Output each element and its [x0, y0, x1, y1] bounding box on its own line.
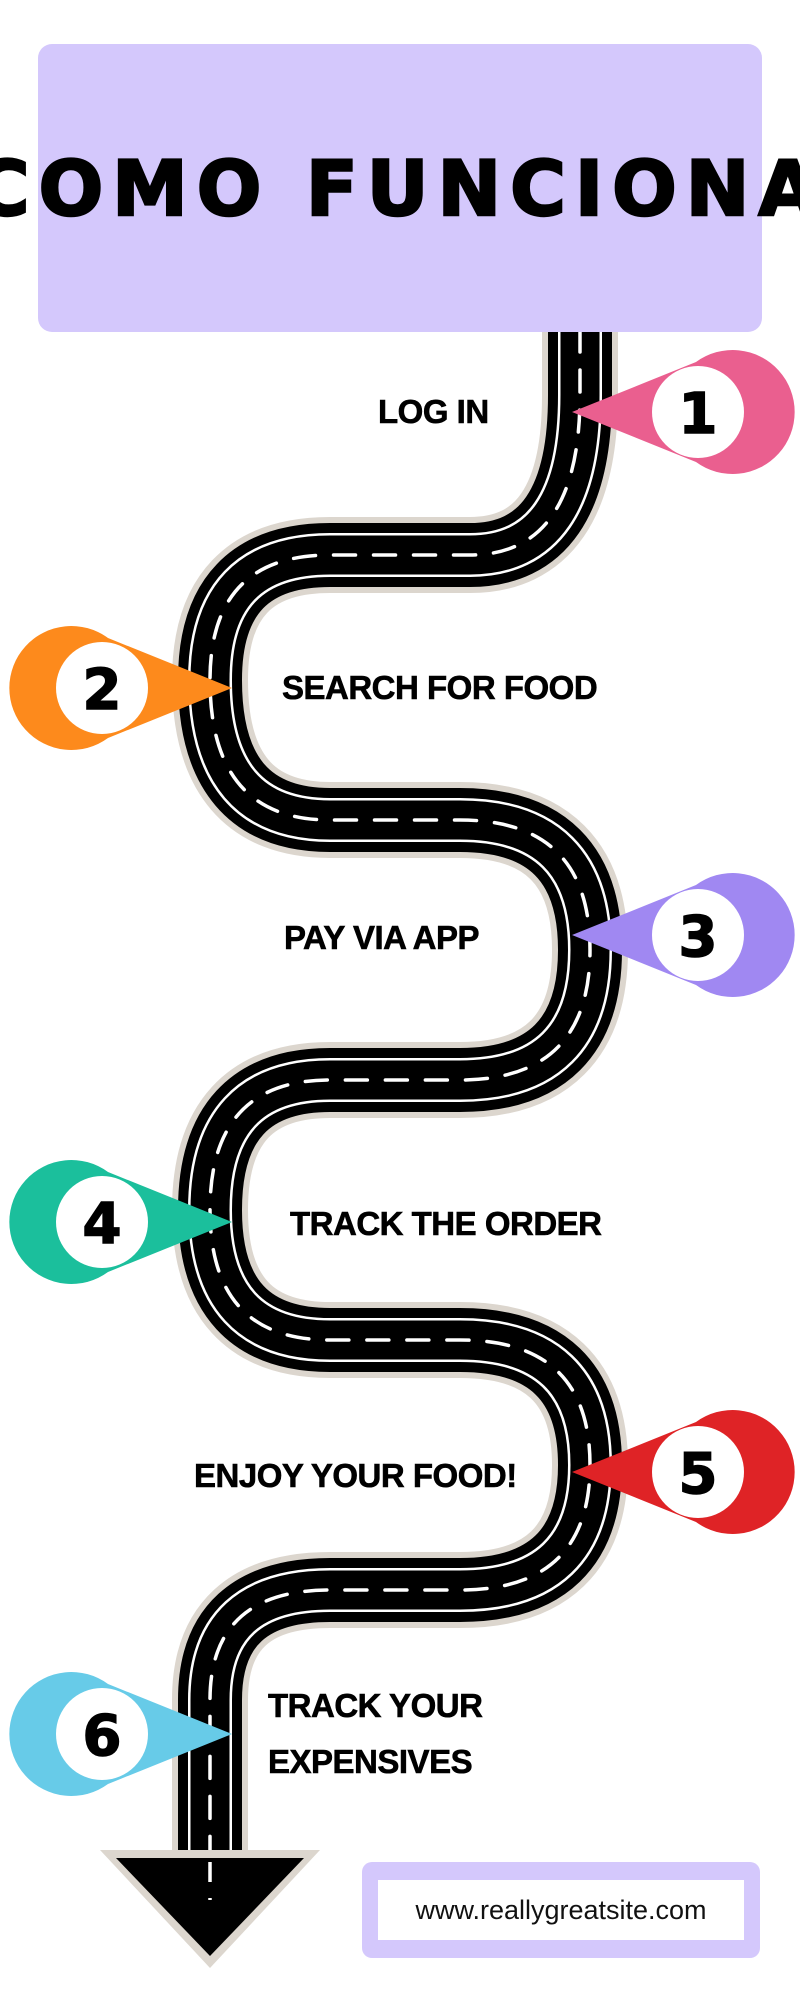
- step-number-4: 4: [83, 1192, 122, 1257]
- website-link[interactable]: www.reallygreatsite.com: [415, 1895, 706, 1926]
- step-label-3: PAY VIA APP: [284, 919, 480, 957]
- step-label-4: TRACK THE ORDER: [290, 1205, 603, 1243]
- step-number-5: 5: [679, 1442, 718, 1507]
- step-number-1: 1: [679, 382, 718, 447]
- page-title: COMO FUNCIONA: [0, 142, 800, 234]
- infographic-page: 1 2 3 4 5 6 COMO FUNCIONA LOG IN SEARCH …: [0, 0, 800, 2000]
- title-banner: COMO FUNCIONA: [0, 44, 800, 332]
- step-number-6: 6: [83, 1704, 122, 1769]
- step-label-6-line-1: TRACK YOUR: [268, 1687, 484, 1725]
- website-banner: www.reallygreatsite.com: [362, 1862, 760, 1958]
- step-label-2: SEARCH FOR FOOD: [282, 669, 598, 707]
- step-number-2: 2: [83, 658, 122, 723]
- website-frame: www.reallygreatsite.com: [378, 1880, 744, 1940]
- step-label-5: ENJOY YOUR FOOD!: [194, 1457, 518, 1495]
- step-label-6: TRACK YOUR EXPENSIVES: [268, 1678, 484, 1790]
- step-label-6-line-2: EXPENSIVES: [268, 1743, 473, 1781]
- step-label-1: LOG IN: [378, 393, 490, 431]
- step-number-3: 3: [679, 905, 718, 970]
